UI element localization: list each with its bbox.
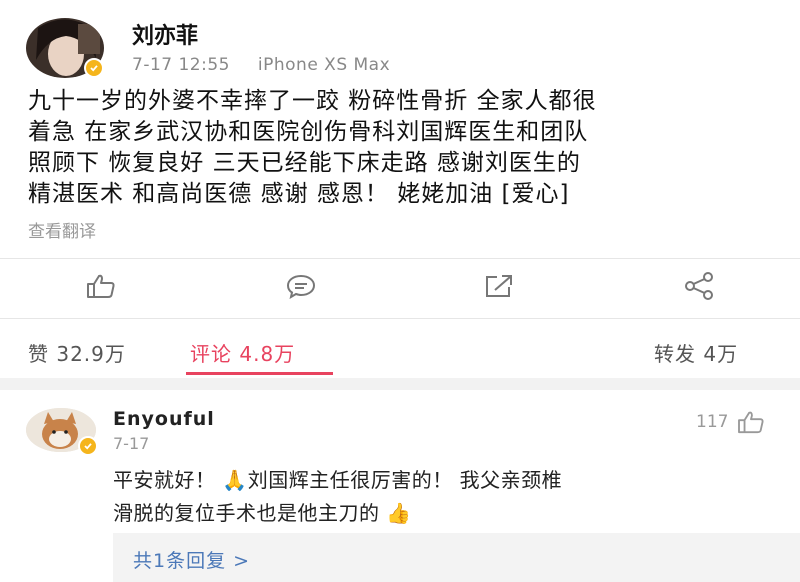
tab-reposts[interactable]: 转发 4万 <box>654 338 738 367</box>
view-replies-link[interactable]: 共1条回复 > <box>133 546 250 573</box>
comment-date: 7-17 <box>113 434 150 453</box>
translate-link[interactable]: 查看翻译 <box>28 217 96 242</box>
section-separator <box>0 378 800 390</box>
poster-username[interactable]: 刘亦菲 <box>132 18 198 50</box>
comment-item: Enyouful 7-17 117 平安就好！ 🙏刘国辉主任很厉害的！ 我父亲颈… <box>0 390 800 582</box>
tab-comments[interactable]: 评论 4.8万 <box>190 338 295 367</box>
comment-text-line: 滑脱的复位手术也是他主刀的 👍 <box>113 501 412 525</box>
poster-avatar[interactable] <box>26 18 106 80</box>
active-tab-indicator <box>186 372 333 375</box>
comment-icon <box>286 274 316 299</box>
verified-badge-icon <box>84 58 104 78</box>
comment-text: 平安就好！ 🙏刘国辉主任很厉害的！ 我父亲颈椎 滑脱的复位手术也是他主刀的 👍 <box>113 464 753 530</box>
comment-like-count: 117 <box>696 412 729 432</box>
share-icon <box>685 272 713 300</box>
post-body-line: 照顾下 恢复良好 三天已经能下床走路 感谢刘医生的 <box>28 150 581 176</box>
post-body: 九十一岁的外婆不幸摔了一跤 粉碎性骨折 全家人都很 着急 在家乡武汉协和医院创伤… <box>28 86 776 210</box>
divider <box>0 258 800 259</box>
verified-badge-icon <box>78 436 98 456</box>
action-bar <box>0 262 800 310</box>
comment-like-button[interactable]: 117 <box>696 410 766 434</box>
post-device: iPhone XS Max <box>257 55 391 75</box>
like-button[interactable] <box>84 272 118 300</box>
post-body-line: 九十一岁的外婆不幸摔了一跤 粉碎性骨折 全家人都很 <box>28 88 597 114</box>
forward-button[interactable] <box>482 272 516 300</box>
stats-bar: 赞 32.9万 评论 4.8万 转发 4万 <box>0 330 800 376</box>
forward-icon <box>486 275 512 297</box>
comment-button[interactable] <box>284 272 318 300</box>
post-body-line: 着急 在家乡武汉协和医院创伤骨科刘国辉医生和团队 <box>28 119 589 145</box>
thumbs-up-icon <box>87 274 115 298</box>
thumbs-up-icon <box>738 411 764 434</box>
tab-likes[interactable]: 赞 32.9万 <box>28 338 126 367</box>
divider <box>0 318 800 319</box>
post-date: 7-17 12:55 <box>132 55 230 75</box>
post-body-line: 精湛医术 和高尚医德 感谢 感恩！ 姥姥加油 [爱心] <box>28 181 570 207</box>
share-button[interactable] <box>682 272 716 300</box>
comment-text-line: 平安就好！ 🙏刘国辉主任很厉害的！ 我父亲颈椎 <box>113 468 563 492</box>
post-meta: 7-17 12:55 iPhone XS Max <box>132 55 390 75</box>
replies-box[interactable]: 共1条回复 > <box>113 533 800 582</box>
commenter-username[interactable]: Enyouful <box>113 408 215 430</box>
